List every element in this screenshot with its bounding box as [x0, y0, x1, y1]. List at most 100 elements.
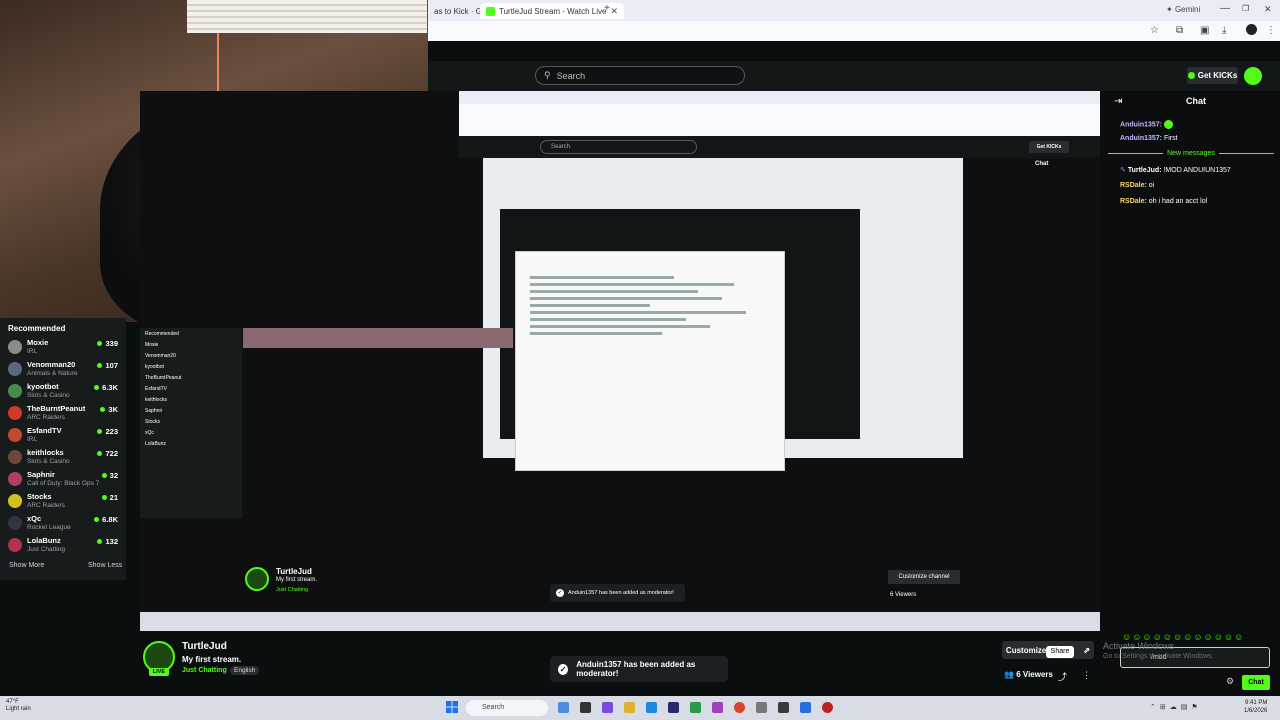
avatar	[8, 406, 22, 420]
chat-username[interactable]: RSDale:	[1120, 182, 1147, 189]
chat-text: !MOD ANDUIUN1357	[1163, 167, 1231, 174]
live-dot-icon	[94, 385, 100, 390]
minimize-button[interactable]: —	[1220, 3, 1230, 14]
show-less-button[interactable]: Show Less	[88, 562, 122, 569]
channel-category: ARC Raiders	[27, 414, 65, 421]
taskbar-search[interactable]: Search	[466, 700, 548, 716]
close-window-button[interactable]: ✕	[1264, 4, 1272, 15]
windows-start-icon[interactable]	[446, 701, 458, 713]
show-more-button[interactable]: Show More	[9, 562, 44, 569]
sidepanel-icon[interactable]: ▣	[1200, 25, 1209, 36]
tab-close-icon[interactable]: ✕	[610, 6, 618, 17]
taskbar-app-icon[interactable]	[580, 702, 591, 713]
edge-icon[interactable]	[646, 702, 657, 713]
sidebar-item-saphnir[interactable]: Saphnir Call of Duty: Black Ops 7 32	[8, 470, 118, 492]
weather-desc: Light rain	[6, 706, 31, 712]
viewer-count-label: 107	[105, 361, 118, 370]
obs-icon[interactable]	[822, 702, 833, 713]
chat-username[interactable]: Anduin1357:	[1120, 121, 1162, 128]
avatar	[8, 450, 22, 464]
search-placeholder: Search	[556, 70, 586, 81]
live-dot-icon	[97, 341, 103, 346]
nested-toast: ✓ Anduin1357 has been added as moderator…	[550, 584, 685, 602]
viewers-icon: 👥	[1004, 670, 1014, 679]
gemini-button[interactable]: ✦ Gemini	[1166, 5, 1200, 14]
chat-username[interactable]: Anduin1357:	[1120, 135, 1162, 142]
search-input[interactable]: ⚲ Search	[535, 66, 745, 85]
streamer-name[interactable]: TurtleJud	[182, 641, 227, 652]
more-options-icon[interactable]: ⋮	[1082, 670, 1091, 681]
language-tag[interactable]: English	[230, 666, 260, 675]
nested-recommended-list: Moxie Venomman20 kyootbot TheBurntPeanut Esf…	[145, 342, 237, 452]
sidebar-item-venomman20[interactable]: Venomman20 Animals & Nature 107	[8, 360, 118, 382]
sidebar-item-keithlocks[interactable]: keithlocks Slots & Casino 722	[8, 448, 118, 470]
moderator-toast: ✓ Anduin1357 has been added as moderator…	[550, 656, 728, 682]
new-messages-divider[interactable]: New messages	[1108, 150, 1275, 157]
tab-label: as to Kick · G	[434, 6, 483, 16]
nested-recommended-heading: Recommended	[145, 331, 179, 337]
nested-stream-title: My first stream.	[276, 577, 318, 583]
nested-webcam-strip	[243, 328, 513, 348]
blind-cord	[217, 33, 219, 93]
windows-taskbar: 47°F Light rain Search ⌃⊞☁▤⚑ 9:41 PM 1/6…	[0, 696, 1280, 720]
get-kicks-button[interactable]: Get KICKs	[1187, 67, 1238, 84]
sidebar-heading: Recommended	[8, 324, 66, 333]
chat-send-button[interactable]: Chat	[1242, 675, 1270, 690]
viewer-count-label: 6 Viewers	[1016, 670, 1053, 679]
avatar	[8, 516, 22, 530]
settings-icon[interactable]	[756, 702, 767, 713]
sidebar-item-lolabunz[interactable]: LolaBunz Just Chatting 132	[8, 536, 118, 558]
live-badge: LIVE	[149, 668, 169, 676]
sidebar-item-moxie[interactable]: Moxie IRL 339	[8, 338, 118, 360]
sidebar-item-xqc[interactable]: xQc Rocket League 6.8K	[8, 514, 118, 536]
viewer-count: 339	[97, 339, 118, 348]
taskbar-app-icon[interactable]	[668, 702, 679, 713]
profile-avatar[interactable]	[1246, 24, 1257, 35]
nested-category: Just Chatting	[276, 587, 309, 593]
sidebar-item-esfandtv[interactable]: EsfandTV IRL 223	[8, 426, 118, 448]
sidebar-item-stocks[interactable]: Stocks ARC Raiders 21	[8, 492, 118, 514]
viewer-count-label: 21	[109, 493, 118, 502]
user-avatar[interactable]	[1244, 67, 1262, 85]
taskbar-app-icon[interactable]	[558, 702, 569, 713]
avatar	[8, 384, 22, 398]
viewer-count: 21	[101, 493, 118, 502]
browser-tab-active[interactable]: TurtleJud Stream - Watch Live ✕	[480, 3, 624, 19]
nested-chat-title: Chat	[1035, 161, 1049, 167]
nested-sidebar: Recommended Moxie Venomman20 kyootbot TheBu…	[140, 328, 242, 518]
new-tab-button[interactable]: +	[604, 3, 610, 14]
channel-category: IRL	[27, 436, 38, 443]
taskbar-app-icon[interactable]	[712, 702, 723, 713]
taskbar-weather[interactable]: 47°F Light rain	[6, 699, 31, 713]
file-explorer-icon[interactable]	[624, 702, 635, 713]
menu-kebab-icon[interactable]: ⋮	[1266, 25, 1276, 36]
sidebar-item-theburntpeanut[interactable]: TheBurntPeanut ARC Raiders 3K	[8, 404, 118, 426]
maximize-button[interactable]: ❐	[1242, 4, 1249, 13]
extensions-icon[interactable]: ⧉	[1176, 25, 1183, 36]
downloads-icon[interactable]: ⤓	[1222, 25, 1226, 36]
chat-settings-gear-icon[interactable]: ⚙	[1226, 676, 1234, 687]
taskbar-clock[interactable]: 9:41 PM 1/6/2026	[1244, 699, 1267, 715]
chat-username[interactable]: RSDale:	[1120, 198, 1147, 205]
chat-username[interactable]: TurtleJud:	[1128, 167, 1162, 174]
new-messages-label: New messages	[1167, 150, 1215, 157]
live-dot-icon	[97, 539, 103, 544]
tab-label: TurtleJud Stream - Watch Live	[499, 6, 607, 16]
bookmark-star-icon[interactable]: ☆	[1150, 25, 1159, 36]
taskbar-app-icon[interactable]	[602, 702, 613, 713]
taskbar-app-icon[interactable]	[778, 702, 789, 713]
chrome-icon[interactable]	[734, 702, 745, 713]
share-icon[interactable]: ⤴	[1058, 670, 1067, 683]
taskbar-app-icon[interactable]	[800, 702, 811, 713]
stream-category-link[interactable]: Just Chatting	[182, 667, 227, 674]
collapse-chat-icon[interactable]: ⇥	[1114, 96, 1122, 107]
viewer-count-label: 3K	[108, 405, 118, 414]
viewer-count: 3K	[100, 405, 118, 414]
system-tray[interactable]: ⌃⊞☁▤⚑	[1150, 703, 1202, 711]
viewer-count: 223	[97, 427, 118, 436]
clock-date: 1/6/2026	[1244, 708, 1268, 714]
weather-temp: 47°F	[6, 699, 19, 705]
taskbar-app-icon[interactable]	[690, 702, 701, 713]
nested-sidebar-item: Venomman20	[145, 353, 176, 359]
sidebar-item-kyootbot[interactable]: kyootbot Slots & Casino 6.3K	[8, 382, 118, 404]
